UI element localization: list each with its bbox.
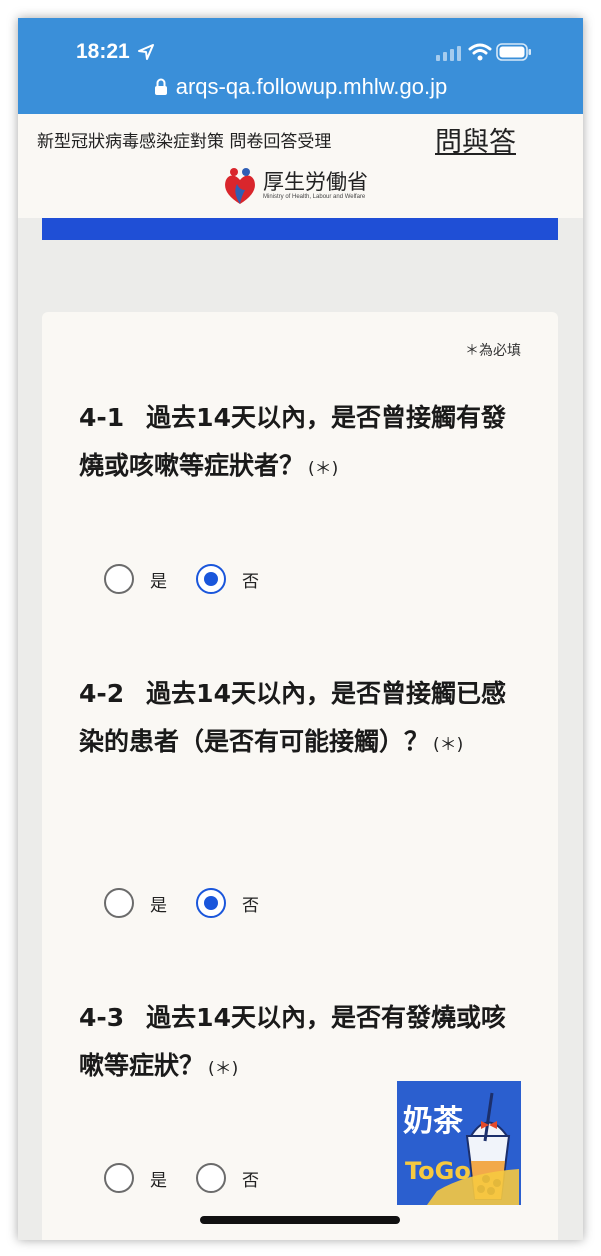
- required-mark: (＊): [433, 735, 464, 755]
- radio-button-selected[interactable]: [196, 888, 226, 918]
- radio-button[interactable]: [104, 1163, 134, 1193]
- question-number: 4-3: [79, 1003, 125, 1032]
- logo-text: 厚生労働省: [263, 170, 368, 194]
- cellular-signal-icon: [436, 46, 461, 61]
- radio-button[interactable]: [104, 564, 134, 594]
- required-note: ＊為必填: [465, 343, 521, 359]
- question-text: 過去14天以內，是否有發燒或咳嗽等症狀？: [79, 1003, 506, 1080]
- sticker-text-top: 奶茶: [403, 1104, 464, 1139]
- faq-link[interactable]: 問與答: [435, 120, 516, 159]
- url-text: arqs-qa.followup.mhlw.go.jp: [175, 74, 448, 99]
- header-accent-bar: [42, 218, 558, 240]
- clock: 18:21: [76, 40, 130, 63]
- milk-tea-togo-sticker: 奶茶 ToGo: [397, 1081, 521, 1205]
- required-mark: (＊): [208, 1059, 239, 1079]
- question-text: 過去14天以內，是否曾接觸有發燒或咳嗽等症狀者？: [79, 403, 506, 480]
- question-number: 4-1: [79, 403, 125, 432]
- wifi-icon: [468, 43, 492, 61]
- status-bar: 18:21 arqs-qa.followup.mhlw.go.jp: [18, 18, 583, 114]
- required-mark: (＊): [308, 459, 339, 479]
- question-4-2: 4-2 過去14天以內，是否曾接觸已感染的患者（是否有可能接觸）？ (＊): [79, 670, 519, 769]
- radio-label: 否: [242, 896, 259, 916]
- logo-subtext: Ministry of Health, Labour and Welfare: [263, 194, 366, 200]
- header-title: 新型冠狀病毒感染症對策 問卷回答受理: [37, 132, 332, 152]
- mhlw-logo-icon: [225, 168, 255, 204]
- radio-label: 否: [242, 572, 259, 592]
- phone-screen: 18:21 arqs-qa.followup.mhlw.go.jp 新型冠狀病毒…: [18, 18, 583, 1240]
- question-4-1: 4-1 過去14天以內，是否曾接觸有發燒或咳嗽等症狀者？ (＊): [79, 394, 519, 493]
- radio-label: 是: [150, 896, 167, 916]
- sticker-text-bottom: ToGo: [405, 1157, 471, 1185]
- radio-button[interactable]: [104, 888, 134, 918]
- question-4-3: 4-3 過去14天以內，是否有發燒或咳嗽等症狀？ (＊): [79, 994, 519, 1093]
- lock-icon: [154, 78, 167, 95]
- radio-label: 是: [150, 572, 167, 592]
- radio-label: 是: [150, 1171, 167, 1191]
- battery-icon: [496, 43, 531, 61]
- site-header: 新型冠狀病毒感染症對策 問卷回答受理 問與答 厚生労働省 Ministry of…: [18, 114, 583, 218]
- question-number: 4-2: [79, 679, 125, 708]
- bubble-tea-icon: 奶茶 ToGo: [397, 1081, 521, 1205]
- radio-label: 否: [242, 1171, 259, 1191]
- home-indicator[interactable]: [200, 1216, 400, 1224]
- location-arrow-icon: [138, 44, 154, 60]
- radio-button-selected[interactable]: [196, 564, 226, 594]
- address-bar[interactable]: arqs-qa.followup.mhlw.go.jp: [18, 74, 583, 100]
- radio-button[interactable]: [196, 1163, 226, 1193]
